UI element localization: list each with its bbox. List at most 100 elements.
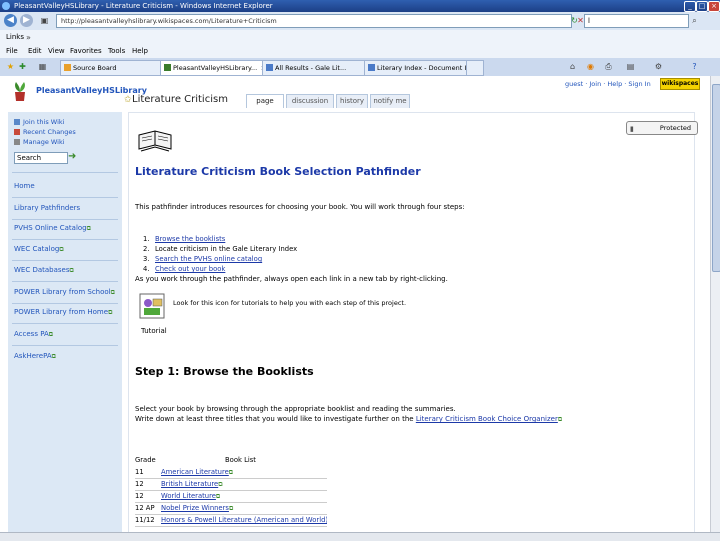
tab-list-icon[interactable]: ▦ xyxy=(38,62,47,71)
browser-tab-bar: ★ ✚ ▦ Source Board PleasantValleyHSLibra… xyxy=(0,58,720,77)
intro-text: This pathfinder introduces resources for… xyxy=(135,203,465,211)
window-title: PleasantValleyHSLibrary - Literature Cri… xyxy=(14,2,273,10)
address-input[interactable]: http://pleasantvalleyhslibrary.wikispace… xyxy=(56,14,572,28)
browser-tab[interactable]: All Results - Gale Lit... xyxy=(262,60,372,76)
window-title-bar: PleasantValleyHSLibrary - Literature Cri… xyxy=(0,0,720,12)
menu-help[interactable]: Help xyxy=(132,44,148,58)
step-link[interactable]: Browse the booklists xyxy=(155,235,225,243)
manage-wiki-link[interactable]: Manage Wiki xyxy=(14,138,65,146)
table-row: 12 British Literature⧉ xyxy=(135,479,327,491)
menu-tools[interactable]: Tools xyxy=(108,44,125,58)
divider xyxy=(12,219,118,220)
tools-menu-icon[interactable]: ⚙ xyxy=(654,62,663,71)
join-wiki-link[interactable]: Join this Wiki xyxy=(14,118,64,126)
external-link-icon: ⧉ xyxy=(557,416,563,423)
external-link-icon: ⧉ xyxy=(228,469,234,476)
links-bar: Links » xyxy=(0,30,720,45)
wikispaces-logo[interactable]: wikispaces xyxy=(660,78,700,90)
home-icon[interactable]: ⌂ xyxy=(568,62,577,71)
search-go-icon[interactable]: ➜ xyxy=(68,152,76,162)
step1-instruction: Select your book by browsing through the… xyxy=(135,405,456,413)
step-link[interactable]: Check out your book xyxy=(155,265,225,273)
tab-discussion[interactable]: discussion xyxy=(286,94,334,108)
nav-power-library-home[interactable]: POWER Library from Home⧉ xyxy=(14,308,112,317)
nav-library-pathfinders[interactable]: Library Pathfinders xyxy=(14,204,80,212)
add-favorites-icon[interactable]: ✚ xyxy=(18,62,27,71)
external-link-icon: ⧉ xyxy=(59,246,64,253)
links-label[interactable]: Links xyxy=(6,30,24,44)
manage-icon xyxy=(14,139,20,145)
menu-edit[interactable]: Edit xyxy=(28,44,42,58)
forward-icon[interactable]: ▶ xyxy=(20,14,33,27)
tab-page[interactable]: page xyxy=(246,94,284,108)
table-row: 12 AP Nobel Prize Winners⧉ xyxy=(135,503,327,515)
divider xyxy=(12,197,118,198)
booklist-link[interactable]: British Literature xyxy=(161,480,218,488)
tutorial-label: Tutorial xyxy=(141,327,167,335)
protected-badge[interactable]: ▮ Protected xyxy=(626,121,698,135)
external-link-icon: ⧉ xyxy=(69,267,74,274)
step1-instruction-2: Write down at least three titles that yo… xyxy=(135,415,563,423)
menu-view[interactable]: View xyxy=(48,44,65,58)
tutorial-icon[interactable] xyxy=(139,293,165,319)
booklist-link[interactable]: World Literature xyxy=(161,492,216,500)
divider xyxy=(12,281,118,282)
lock-icon: ▮ xyxy=(630,125,634,133)
step-link[interactable]: Search the PVHS online catalog xyxy=(155,255,262,263)
browser-tab[interactable]: Literary Index - Document ID... xyxy=(364,60,474,76)
nav-wec-databases[interactable]: WEC Databases⧉ xyxy=(14,266,74,275)
book-choice-organizer-link[interactable]: Literary Criticism Book Choice Organizer xyxy=(416,415,558,423)
step-item: 3. Search the PVHS online catalog xyxy=(143,255,263,263)
favorite-star-icon[interactable]: ✩ xyxy=(124,95,132,105)
site-name-link[interactable]: PleasantValleyHSLibrary xyxy=(36,86,147,95)
external-link-icon: ⧉ xyxy=(108,309,113,316)
booklist-link[interactable]: Honors & Powell Literature (American and… xyxy=(161,516,327,524)
table-row: 12 World Literature⧉ xyxy=(135,491,327,503)
vertical-scrollbar[interactable] xyxy=(710,76,720,532)
step-item: 1. Browse the booklists xyxy=(143,235,226,243)
browser-tab[interactable]: Source Board xyxy=(60,60,166,76)
links-chevron-icon[interactable]: » xyxy=(24,33,33,42)
help-icon[interactable]: ? xyxy=(690,62,699,71)
nav-power-library-school[interactable]: POWER Library from School⧉ xyxy=(14,288,115,297)
maximize-button[interactable]: □ xyxy=(696,1,708,12)
booklist-link[interactable]: Nobel Prize Winners xyxy=(161,504,229,512)
print-icon[interactable]: ⎙ xyxy=(604,62,613,71)
nav-access-pa[interactable]: Access PA⧉ xyxy=(14,330,53,339)
recent-changes-icon xyxy=(14,129,20,135)
address-toolbar: ◀ ▶ ▣ http://pleasantvalleyhslibrary.wik… xyxy=(0,12,720,31)
nav-askherepa[interactable]: AskHerePA⧉ xyxy=(14,352,56,361)
user-links[interactable]: guest · Join · Help · Sign In xyxy=(565,80,651,88)
page-title: Literature Criticism xyxy=(132,94,228,105)
back-icon[interactable]: ◀ xyxy=(4,14,17,27)
scrollbar-thumb[interactable] xyxy=(712,84,720,272)
nav-home[interactable]: Home xyxy=(14,182,35,190)
divider xyxy=(12,260,118,261)
new-tab-button[interactable] xyxy=(466,60,484,76)
tab-history[interactable]: history xyxy=(336,94,368,108)
step-item: 2. Locate criticism in the Gale Literary … xyxy=(143,245,298,253)
minimize-button[interactable]: _ xyxy=(684,1,696,12)
wiki-search-input[interactable]: Search xyxy=(14,152,68,164)
tab-notify-me[interactable]: notify me xyxy=(370,94,410,108)
step-item: 4. Check out your book xyxy=(143,265,226,273)
step1-heading: Step 1: Browse the Booklists xyxy=(135,365,314,378)
feeds-icon[interactable]: ◉ xyxy=(586,62,595,71)
booklist-link[interactable]: American Literature xyxy=(161,468,229,476)
tab-favicon-icon xyxy=(368,64,375,71)
nav-pvhs-online-catalog[interactable]: PVHS Online Catalog⧉ xyxy=(14,224,91,233)
column-header: Grade xyxy=(135,456,156,464)
nav-wec-catalog[interactable]: WEC Catalog⧉ xyxy=(14,245,64,254)
search-input[interactable]: l xyxy=(584,14,689,28)
menu-favorites[interactable]: Favorites xyxy=(70,44,102,58)
recent-changes-link[interactable]: Recent Changes xyxy=(14,128,76,136)
external-link-icon: ⧉ xyxy=(228,505,234,512)
search-icon[interactable]: ⌕ xyxy=(690,16,699,25)
external-link-icon: ⧉ xyxy=(48,331,54,338)
page-viewport: PleasantValleyHSLibrary ✩ Literature Cri… xyxy=(0,76,710,540)
favorites-star-icon[interactable]: ★ xyxy=(6,62,15,71)
page-menu-icon[interactable]: ▤ xyxy=(626,62,635,71)
close-button[interactable]: × xyxy=(708,1,720,12)
browser-tab-active[interactable]: PleasantValleyHSLibrary... × xyxy=(160,60,270,76)
menu-file[interactable]: File xyxy=(6,44,18,58)
